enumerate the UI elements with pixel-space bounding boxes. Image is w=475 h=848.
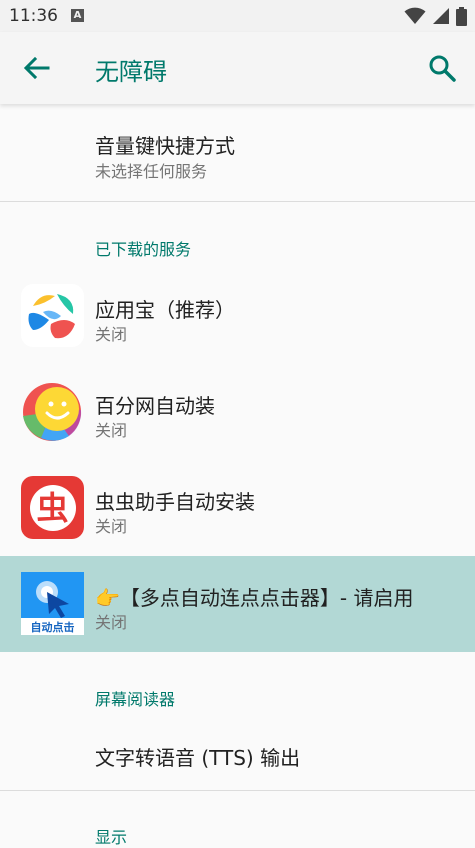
tts-title: 文字转语音 (TTS) 输出 bbox=[95, 746, 301, 770]
service-item-auto-clicker[interactable]: 自动点击 👉【多点自动连点点击器】- 请启用 关闭 bbox=[0, 556, 475, 652]
arrow-back-icon bbox=[23, 56, 50, 80]
tts-output-item[interactable]: 文字转语音 (TTS) 输出 bbox=[0, 718, 475, 790]
service-name: 应用宝（推荐） bbox=[95, 298, 235, 322]
cursor-icon bbox=[36, 581, 69, 618]
search-button[interactable] bbox=[426, 52, 460, 86]
shortcut-title: 音量键快捷方式 bbox=[95, 134, 235, 158]
app-toolbar: 无障碍 bbox=[0, 32, 475, 104]
service-item-chongchong[interactable]: 虫 虫虫助手自动安装 关闭 bbox=[0, 460, 475, 556]
service-name: 百分网自动装 bbox=[95, 394, 215, 418]
service-status: 关闭 bbox=[95, 421, 128, 440]
status-bar: 11:36 A bbox=[0, 0, 475, 32]
baifenwang-icon bbox=[23, 383, 82, 441]
service-status: 关闭 bbox=[95, 613, 128, 632]
yingyongbao-icon bbox=[21, 284, 84, 347]
section-header-screen-reader: 屏幕阅读器 bbox=[95, 690, 176, 709]
shortcut-subtitle: 未选择任何服务 bbox=[95, 162, 208, 181]
service-item-yingyongbao[interactable]: 应用宝（推荐） 关闭 bbox=[0, 268, 475, 364]
wifi-icon bbox=[404, 7, 426, 24]
service-name: 👉【多点自动连点点击器】- 请启用 bbox=[95, 586, 414, 610]
auto-click-icon-label: 自动点击 bbox=[30, 620, 75, 634]
page-title: 无障碍 bbox=[95, 58, 167, 86]
status-icons bbox=[404, 6, 467, 26]
section-header-downloaded: 已下载的服务 bbox=[95, 240, 192, 259]
battery-icon bbox=[456, 6, 467, 26]
signal-icon bbox=[433, 8, 449, 24]
chongchong-icon-badge: 虫 bbox=[29, 484, 76, 531]
divider bbox=[0, 201, 475, 202]
service-name: 虫虫助手自动安装 bbox=[95, 490, 255, 514]
service-status: 关闭 bbox=[95, 325, 128, 344]
volume-key-shortcut-item[interactable]: 音量键快捷方式 未选择任何服务 bbox=[0, 115, 475, 201]
back-button[interactable] bbox=[20, 54, 54, 82]
service-status: 关闭 bbox=[95, 517, 128, 536]
service-item-baifenwang[interactable]: 百分网自动装 关闭 bbox=[0, 364, 475, 460]
chongchong-icon-glyph: 虫 bbox=[36, 488, 69, 527]
divider bbox=[0, 790, 475, 791]
notification-a-icon: A bbox=[71, 9, 84, 22]
search-icon bbox=[429, 55, 456, 82]
auto-click-icon: 自动点击 bbox=[21, 572, 84, 635]
chongchong-icon: 虫 bbox=[21, 476, 84, 539]
section-header-display: 显示 bbox=[95, 828, 128, 847]
status-time: 11:36 bbox=[9, 6, 58, 26]
auto-click-icon-label-bg: 自动点击 bbox=[21, 618, 84, 635]
